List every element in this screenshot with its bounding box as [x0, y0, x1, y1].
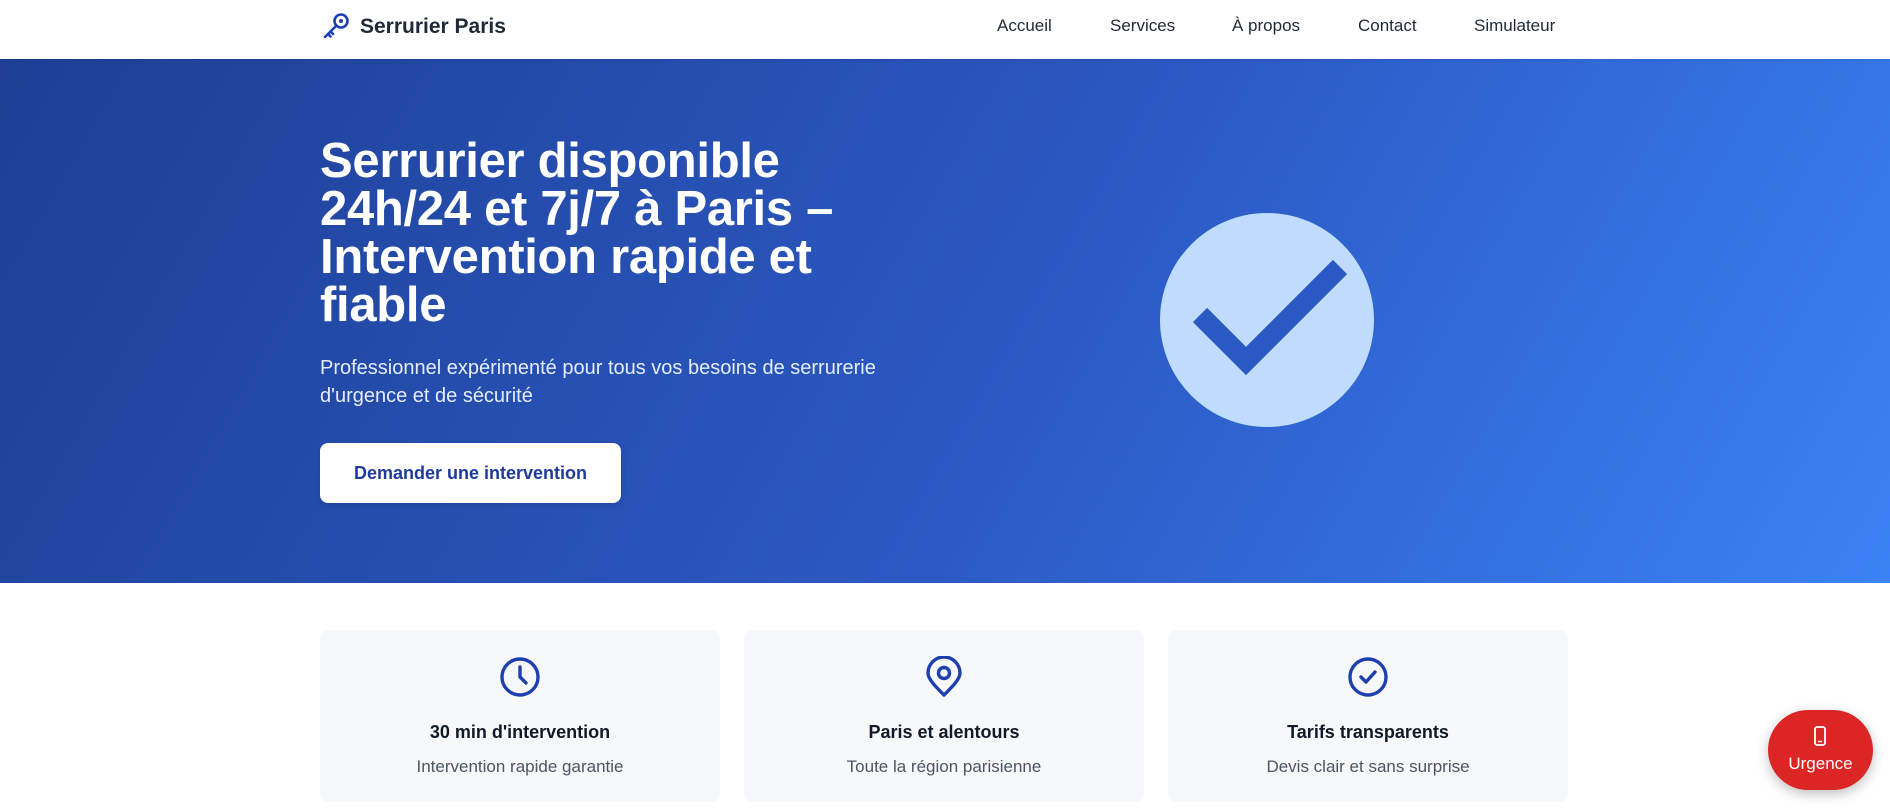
phone-icon — [1814, 726, 1826, 746]
nav-link-a-propos[interactable]: À propos — [1232, 16, 1300, 36]
check-circle-icon — [1160, 213, 1374, 427]
nav-link-contact[interactable]: Contact — [1358, 16, 1417, 36]
nav-link-accueil[interactable]: Accueil — [997, 16, 1052, 36]
nav-link-services[interactable]: Services — [1110, 16, 1175, 36]
nav-link-simulateur[interactable]: Simulateur — [1474, 16, 1555, 36]
feature-description: Intervention rapide garantie — [416, 757, 624, 776]
urgent-call-button[interactable]: Urgence — [1768, 710, 1873, 790]
feature-card-intervention: 30 min d'intervention Intervention rapid… — [320, 630, 720, 802]
feature-description: Toute la région parisienne — [846, 757, 1042, 776]
hero-section: Serrurier disponible 24h/24 et 7j/7 à Pa… — [0, 59, 1890, 583]
clock-icon — [500, 657, 540, 697]
features-section: 30 min d'intervention Intervention rapid… — [320, 630, 1569, 809]
main-nav: Accueil Services À propos Contact Simula… — [0, 16, 1890, 40]
request-intervention-button[interactable]: Demander une intervention — [320, 443, 621, 503]
feature-title: Tarifs transparents — [1287, 722, 1449, 742]
map-pin-icon — [926, 656, 962, 697]
urgent-label: Urgence — [1788, 754, 1853, 773]
feature-description: Devis clair et sans surprise — [1266, 757, 1470, 776]
feature-card-zone: Paris et alentours Toute la région paris… — [744, 630, 1144, 802]
check-circle-icon — [1348, 657, 1388, 697]
feature-title: 30 min d'intervention — [429, 722, 611, 742]
feature-card-tarifs: Tarifs transparents Devis clair et sans … — [1168, 630, 1568, 802]
hero-title: Serrurier disponible 24h/24 et 7j/7 à Pa… — [320, 134, 834, 332]
feature-title: Paris et alentours — [868, 722, 1020, 742]
hero-subtitle: Professionnel expérimenté pour tous vos … — [320, 357, 876, 407]
site-header: Serrurier Paris Accueil Services À propo… — [0, 0, 1890, 59]
